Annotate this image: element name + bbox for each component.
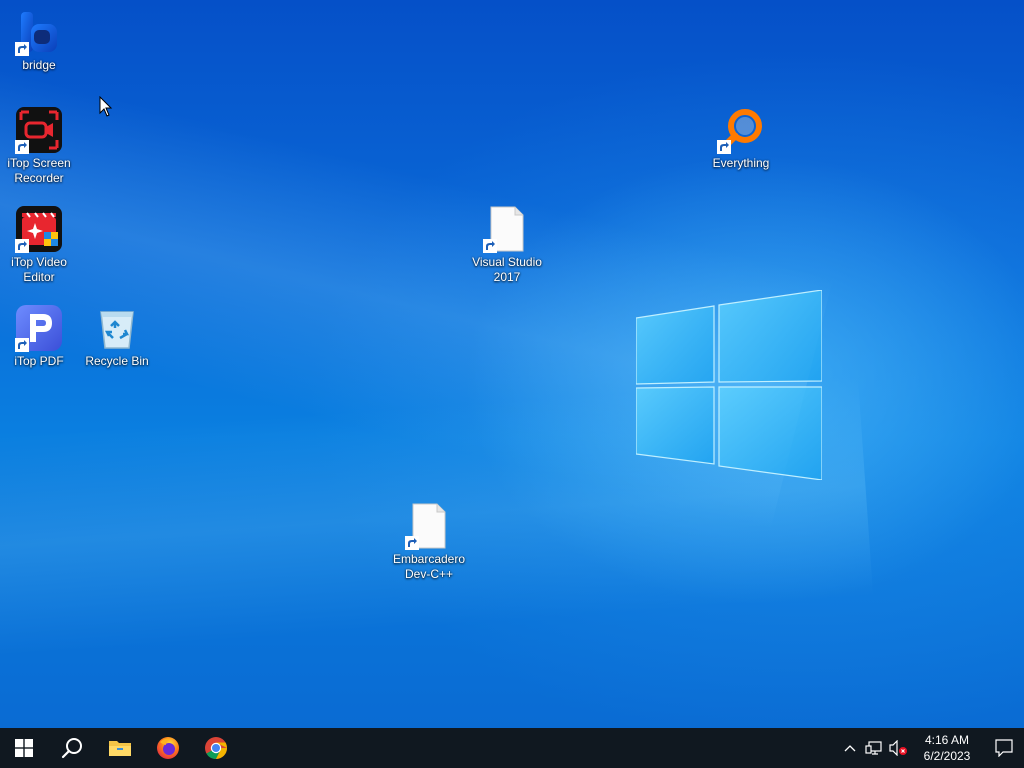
taskbar-chrome[interactable] [192,728,240,768]
bridge-app-icon [15,8,63,56]
start-button[interactable] [0,728,48,768]
network-button[interactable] [862,728,886,768]
show-hidden-icons-button[interactable] [838,728,862,768]
desktop-icon-embarcadero-dev-cpp[interactable]: Embarcadero Dev-C++ [390,502,468,582]
desktop-icon-label: Everything [712,156,770,170]
notifications-icon [995,739,1013,757]
itop-pdf-icon [15,304,63,352]
windows-logo-wallpaper [636,290,822,480]
clock-date: 6/2/2023 [923,749,971,763]
start-icon [15,739,33,757]
desktop-icon-label: Embarcadero Dev-C++ [392,552,466,581]
blank-file-icon [483,205,531,253]
desktop-icon-label: iTop PDF [14,354,64,368]
shortcut-arrow-icon [405,536,419,550]
desktop-icon-bridge[interactable]: bridge [0,8,78,73]
taskbar-file-explorer[interactable] [96,728,144,768]
desktop-icon-itop-video-editor[interactable]: iTop Video Editor [0,205,78,285]
clock-time: 4:16 AM [924,733,970,747]
system-tray: 4:16 AM 6/2/2023 [838,728,1024,768]
itop-video-editor-icon [15,205,63,253]
clock[interactable]: 4:16 AM 6/2/2023 [916,732,978,764]
shortcut-arrow-icon [15,42,29,56]
shortcut-arrow-icon [15,140,29,154]
shortcut-arrow-icon [15,239,29,253]
everything-search-icon [717,106,765,154]
taskbar: 4:16 AM 6/2/2023 [0,728,1024,768]
shortcut-arrow-icon [15,338,29,352]
desktop-icon-itop-pdf[interactable]: iTop PDF [0,304,78,369]
chrome-icon [205,737,227,759]
shortcut-arrow-icon [717,140,731,154]
desktop-icon-everything[interactable]: Everything [702,106,780,171]
shortcut-arrow-icon [483,239,497,253]
volume-button[interactable] [886,728,910,768]
desktop[interactable]: bridge iTop Screen Recorder iTop Video E… [0,0,1024,728]
desktop-icon-visual-studio-2017[interactable]: Visual Studio 2017 [468,205,546,285]
blank-file-icon [405,502,453,550]
action-center-button[interactable] [984,728,1024,768]
desktop-icon-label: bridge [22,58,56,72]
firefox-icon [157,737,179,759]
itop-screen-recorder-icon [15,106,63,154]
file-explorer-icon [109,741,131,756]
desktop-icon-itop-screen-recorder[interactable]: iTop Screen Recorder [0,106,78,186]
taskbar-firefox[interactable] [144,728,192,768]
chevron-up-icon [844,745,856,752]
desktop-icon-label: Recycle Bin [85,354,149,368]
search-icon [61,738,82,759]
mouse-cursor-icon [99,96,113,117]
desktop-icon-label: Visual Studio 2017 [472,255,542,284]
desktop-icon-recycle-bin[interactable]: Recycle Bin [78,304,156,369]
desktop-icon-label: iTop Screen Recorder [7,156,71,185]
network-icon [865,741,882,755]
recycle-bin-icon [93,304,141,352]
search-button[interactable] [48,728,96,768]
desktop-icon-label: iTop Video Editor [11,255,67,284]
volume-muted-icon [889,740,907,756]
